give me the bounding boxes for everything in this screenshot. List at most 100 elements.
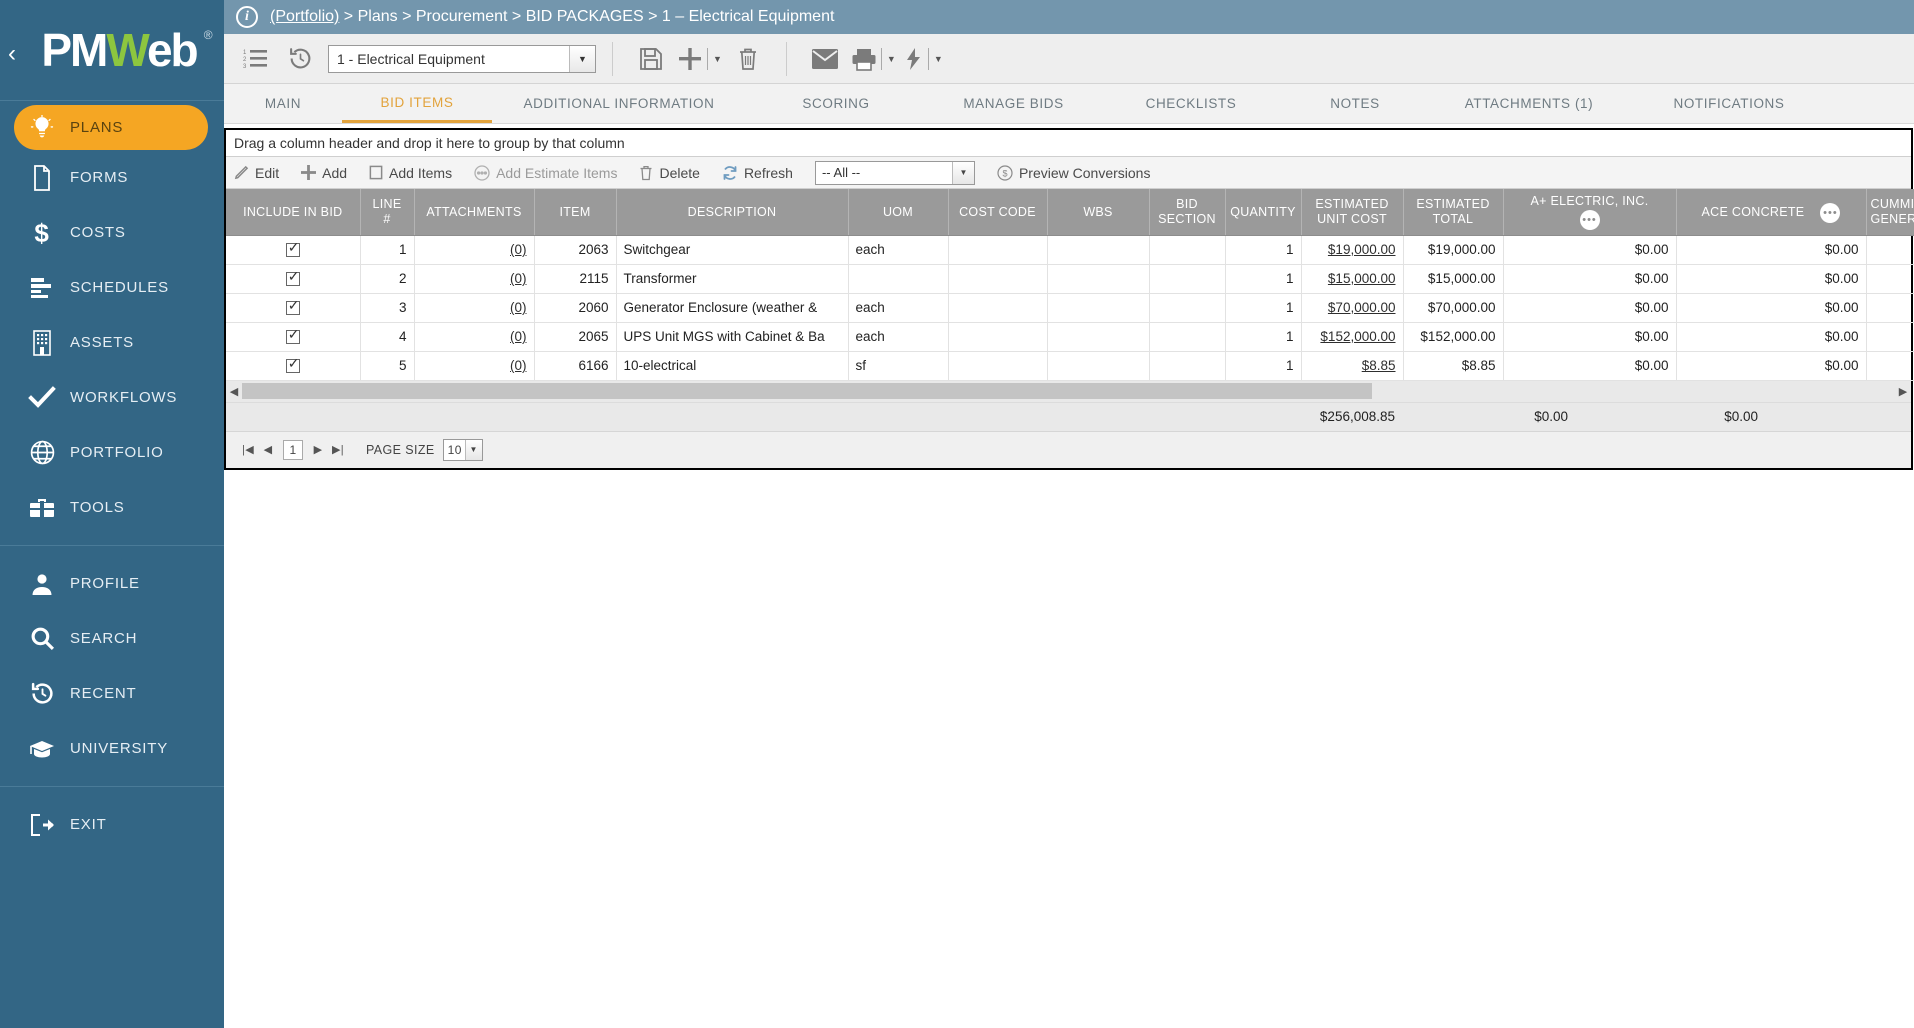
tab-main[interactable]: MAIN xyxy=(224,84,342,123)
col-attachments[interactable]: ATTACHMENTS xyxy=(414,189,535,236)
scrollbar-track[interactable] xyxy=(242,383,1895,399)
chevron-down-icon[interactable]: ▼ xyxy=(934,54,943,64)
sidebar-item-forms[interactable]: FORMS xyxy=(0,150,224,205)
prev-page-button[interactable]: ◀ xyxy=(258,443,278,456)
collapse-sidebar-icon[interactable]: ‹ xyxy=(8,40,16,68)
tab-notifications[interactable]: NOTIFICATIONS xyxy=(1629,84,1829,123)
table-row[interactable]: 2 (0) 2115 Transformer 1 $15,000.00 $15,… xyxy=(226,264,1914,294)
cell-attachments[interactable]: (0) xyxy=(414,351,535,381)
sidebar-item-search[interactable]: SEARCH xyxy=(0,611,224,666)
col-bid-section[interactable]: BID SECTION xyxy=(1149,189,1226,236)
attachments-link[interactable]: (0) xyxy=(510,271,527,286)
next-page-button[interactable]: ▶ xyxy=(308,443,328,456)
sidebar-item-assets[interactable]: ASSETS xyxy=(0,315,224,370)
sidebar-item-plans[interactable]: PLANS xyxy=(14,105,208,150)
cell-attachments[interactable]: (0) xyxy=(414,293,535,323)
attachments-link[interactable]: (0) xyxy=(510,242,527,257)
col-vendor-a-plus-electric[interactable]: A+ ELECTRIC, INC. ••• xyxy=(1503,189,1677,236)
tab-manage-bids[interactable]: MANAGE BIDS xyxy=(926,84,1101,123)
breadcrumb-procurement[interactable]: Procurement xyxy=(416,8,508,26)
actions-button[interactable]: ▼ xyxy=(900,37,947,81)
add-items-button[interactable]: Add Items xyxy=(369,165,452,181)
save-button[interactable] xyxy=(629,37,673,81)
chevron-down-icon[interactable]: ▼ xyxy=(713,54,722,64)
table-row[interactable]: 1 (0) 2063 Switchgear each 1 $19,000.00 … xyxy=(226,235,1914,265)
table-row[interactable]: 4 (0) 2065 UPS Unit MGS with Cabinet & B… xyxy=(226,322,1914,352)
print-button[interactable]: ▼ xyxy=(847,37,900,81)
include-checkbox[interactable] xyxy=(285,298,300,316)
add-estimate-items-button[interactable]: Add Estimate Items xyxy=(474,165,617,181)
cell-est-unit-cost[interactable]: $70,000.00 xyxy=(1301,293,1404,323)
tab-checklists[interactable]: CHECKLISTS xyxy=(1101,84,1281,123)
include-checkbox[interactable] xyxy=(285,240,300,258)
unit-cost-link[interactable]: $15,000.00 xyxy=(1328,271,1396,286)
cell-est-unit-cost[interactable]: $15,000.00 xyxy=(1301,264,1404,294)
app-logo[interactable]: ‹ PMWeb ® xyxy=(0,0,224,100)
add-button[interactable]: Add xyxy=(301,165,347,181)
delete-button[interactable] xyxy=(726,37,770,81)
tab-additional-information[interactable]: ADDITIONAL INFORMATION xyxy=(492,84,746,123)
horizontal-scrollbar[interactable]: ◀ ▶ xyxy=(226,380,1911,403)
breadcrumb-plans[interactable]: Plans xyxy=(358,8,398,26)
filter-select[interactable]: -- All -- ▼ xyxy=(814,160,975,185)
tab-notes[interactable]: NOTES xyxy=(1281,84,1429,123)
sidebar-item-profile[interactable]: PROFILE xyxy=(0,556,224,611)
sidebar-item-costs[interactable]: $ COSTS xyxy=(0,205,224,260)
page-number[interactable]: 1 xyxy=(283,439,303,460)
chevron-down-icon[interactable]: ▼ xyxy=(951,161,974,184)
sidebar-item-university[interactable]: UNIVERSITY xyxy=(0,721,224,776)
preview-conversions-button[interactable]: $ Preview Conversions xyxy=(997,165,1150,181)
cell-est-unit-cost[interactable]: $8.85 xyxy=(1301,351,1404,381)
delete-button[interactable]: Delete xyxy=(639,165,700,181)
refresh-button[interactable]: Refresh xyxy=(722,165,793,181)
info-icon[interactable]: i xyxy=(236,6,258,28)
cell-attachments[interactable]: (0) xyxy=(414,235,535,265)
include-checkbox[interactable] xyxy=(285,356,300,374)
scrollbar-thumb[interactable] xyxy=(242,383,1372,399)
col-vendor-ace-concrete[interactable]: ACE CONCRETE ••• xyxy=(1676,189,1867,236)
cell-est-unit-cost[interactable]: $152,000.00 xyxy=(1301,322,1404,352)
include-checkbox[interactable] xyxy=(285,269,300,287)
cell-est-unit-cost[interactable]: $19,000.00 xyxy=(1301,235,1404,265)
table-row[interactable]: 5 (0) 6166 10-electrical sf 1 $8.85 $8.8… xyxy=(226,351,1914,381)
vendor-notes-icon[interactable]: ••• xyxy=(1820,202,1841,223)
first-page-button[interactable]: |◀ xyxy=(238,443,258,456)
email-button[interactable] xyxy=(803,37,847,81)
unit-cost-link[interactable]: $152,000.00 xyxy=(1320,329,1395,344)
sidebar-item-recent[interactable]: RECENT xyxy=(0,666,224,721)
add-button[interactable]: ▼ xyxy=(673,37,726,81)
cell-include-in-bid[interactable] xyxy=(226,351,361,381)
scroll-right-icon[interactable]: ▶ xyxy=(1895,385,1911,398)
tab-scoring[interactable]: SCORING xyxy=(746,84,926,123)
sidebar-item-schedules[interactable]: SCHEDULES xyxy=(0,260,224,315)
col-wbs[interactable]: WBS xyxy=(1047,189,1150,236)
col-include-in-bid[interactable]: INCLUDE IN BID xyxy=(226,189,361,236)
col-cost-code[interactable]: COST CODE xyxy=(948,189,1048,236)
cell-attachments[interactable]: (0) xyxy=(414,322,535,352)
sidebar-item-tools[interactable]: TOOLS xyxy=(0,480,224,535)
list-view-button[interactable]: 1 2 3 xyxy=(234,37,278,81)
col-estimated-unit-cost[interactable]: ESTIMATED UNIT COST xyxy=(1301,189,1404,236)
attachments-link[interactable]: (0) xyxy=(510,358,527,373)
col-vendor-cummins[interactable]: CUMMINSGENERAT xyxy=(1866,189,1914,236)
breadcrumb-bid-packages[interactable]: BID PACKAGES xyxy=(526,8,644,26)
cell-include-in-bid[interactable] xyxy=(226,264,361,294)
tab-attachments[interactable]: ATTACHMENTS (1) xyxy=(1429,84,1629,123)
group-by-dropzone[interactable]: Drag a column header and drop it here to… xyxy=(226,130,1911,157)
col-quantity[interactable]: QUANTITY xyxy=(1225,189,1302,236)
col-estimated-total[interactable]: ESTIMATED TOTAL xyxy=(1403,189,1504,236)
chevron-down-icon[interactable]: ▼ xyxy=(464,439,482,460)
cell-include-in-bid[interactable] xyxy=(226,235,361,265)
attachments-link[interactable]: (0) xyxy=(510,329,527,344)
col-description[interactable]: DESCRIPTION xyxy=(616,189,849,236)
include-checkbox[interactable] xyxy=(285,327,300,345)
unit-cost-link[interactable]: $19,000.00 xyxy=(1328,242,1396,257)
cell-attachments[interactable]: (0) xyxy=(414,264,535,294)
table-row[interactable]: 3 (0) 2060 Generator Enclosure (weather … xyxy=(226,293,1914,323)
col-line-number[interactable]: LINE # xyxy=(360,189,415,236)
col-item[interactable]: ITEM xyxy=(534,189,617,236)
attachments-link[interactable]: (0) xyxy=(510,300,527,315)
history-button[interactable] xyxy=(278,37,322,81)
sidebar-item-exit[interactable]: EXIT xyxy=(0,797,224,852)
chevron-down-icon[interactable]: ▼ xyxy=(887,54,896,64)
